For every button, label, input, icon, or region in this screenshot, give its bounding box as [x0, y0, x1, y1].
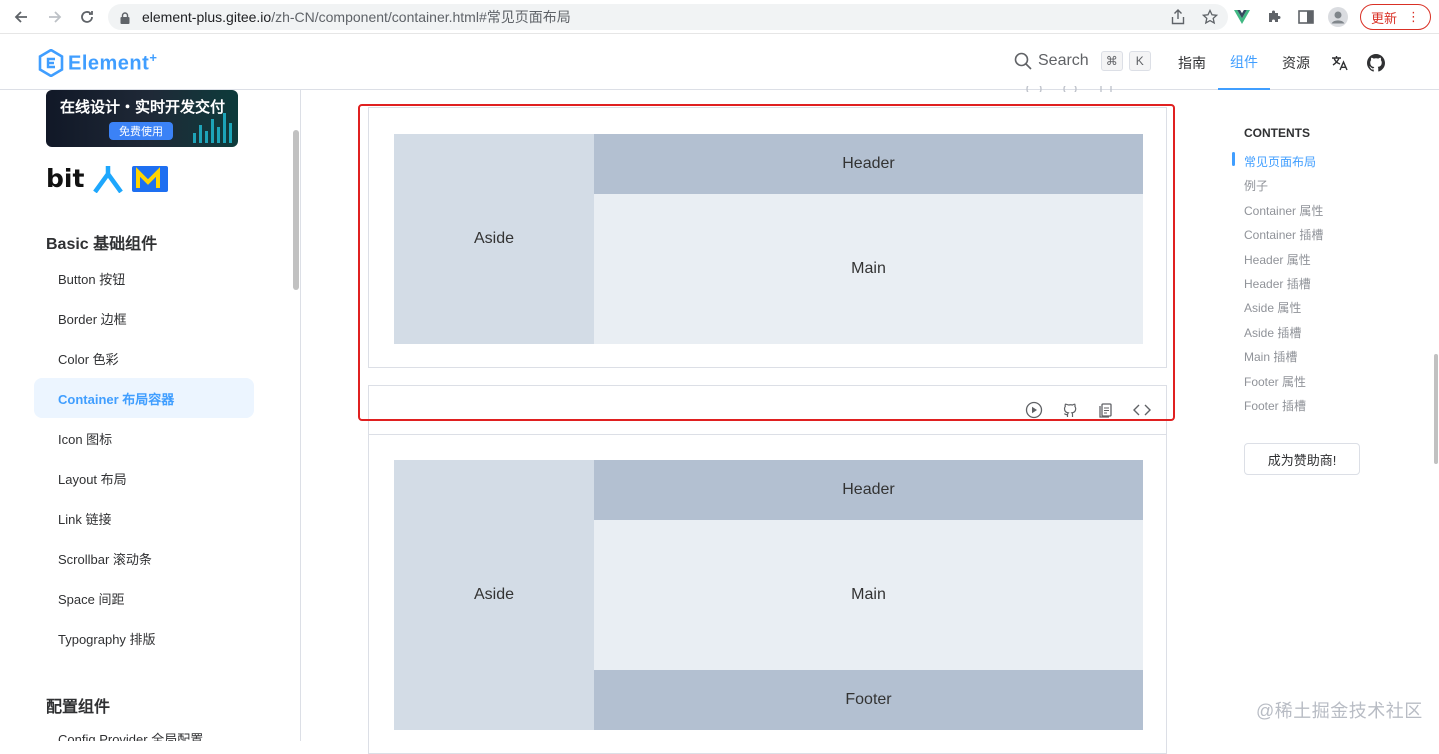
sidebar-section-config: 配置组件 [46, 699, 111, 716]
ad-free-button[interactable]: 免费使用 [109, 122, 173, 140]
bit-logo-text: bit [46, 164, 85, 193]
browser-toolbar: element-plus.gitee.io/zh-CN/component/co… [0, 0, 1439, 34]
share-icon[interactable] [1162, 0, 1194, 34]
extensions-puzzle-icon[interactable] [1258, 0, 1290, 34]
update-button[interactable]: 更新 ⋮ [1359, 4, 1431, 30]
url-path: /zh-CN/component/container.html#常见页面布局 [271, 9, 571, 25]
sidebar-item-config-provider[interactable]: Config Provider 全局配置 [34, 718, 254, 742]
sidebar-item-layout[interactable]: Layout 布局 [34, 458, 254, 498]
demo2-layout: Aside Header Main Footer [394, 460, 1143, 730]
github-icon [1060, 86, 1080, 92]
more-vert-icon: ⋮ [1407, 9, 1420, 24]
sidebar-item-container[interactable]: Container 布局容器 [34, 378, 254, 418]
demo2-footer: Footer [594, 670, 1143, 730]
toc-item-footer-slots[interactable]: Footer 插槽 [1244, 397, 1306, 414]
sidebar-section-basic: Basic 基础组件 [46, 236, 158, 253]
ad-chart-decoration [193, 113, 232, 143]
back-icon[interactable] [8, 4, 34, 30]
toc-item-main-slots[interactable]: Main 插槽 [1244, 348, 1297, 365]
ad-title: 在线设计・实时开发交付 [60, 99, 226, 116]
demo2-header: Header [594, 460, 1143, 520]
nav-resources[interactable]: 资源 [1270, 35, 1322, 90]
sidebar-item-button[interactable]: Button 按钮 [34, 258, 254, 298]
toc-item-container-attrs[interactable]: Container 属性 [1244, 202, 1323, 219]
toc-active-marker [1232, 152, 1235, 166]
sidebar-item-color[interactable]: Color 色彩 [34, 338, 254, 378]
play-icon [1024, 86, 1044, 92]
sidebar-scrollbar[interactable] [293, 130, 299, 290]
m-logo-icon [132, 165, 169, 192]
become-sponsor-button[interactable]: 成为赞助商! [1244, 443, 1360, 475]
kbd-cmd: ⌘ [1100, 51, 1123, 71]
lock-icon [120, 11, 130, 24]
forward-icon[interactable] [42, 4, 68, 30]
profile-avatar-icon[interactable] [1322, 0, 1354, 34]
element-logo-icon [38, 49, 64, 77]
search-icon [1014, 52, 1032, 70]
sidebar: 在线设计・实时开发交付 免费使用 bit Basic 基础组件 Button 按… [0, 90, 301, 741]
toc-item-header-attrs[interactable]: Header 属性 [1244, 251, 1311, 268]
sidebar-item-space[interactable]: Space 间距 [34, 578, 254, 618]
demo2-aside: Aside [394, 460, 594, 730]
ad-banner[interactable]: 在线设计・实时开发交付 免费使用 [46, 90, 238, 147]
copy-icon [1096, 86, 1116, 92]
url-host: element-plus.gitee.io [142, 9, 272, 25]
toc-title: CONTENTS [1244, 126, 1310, 140]
translate-icon[interactable] [1322, 35, 1358, 90]
sidebar-item-link[interactable]: Link 链接 [34, 498, 254, 538]
address-bar[interactable]: element-plus.gitee.io/zh-CN/component/co… [108, 4, 1228, 30]
search-button[interactable]: Search ⌘ K [1014, 51, 1151, 71]
sidebar-item-icon[interactable]: Icon 图标 [34, 418, 254, 458]
toc-item-container-slots[interactable]: Container 插槽 [1244, 226, 1323, 243]
nav-components[interactable]: 组件 [1218, 35, 1270, 90]
toc-item-aside-slots[interactable]: Aside 插槽 [1244, 324, 1301, 341]
toc-item-footer-attrs[interactable]: Footer 属性 [1244, 373, 1306, 390]
side-panel-icon[interactable] [1290, 0, 1322, 34]
search-label: Search [1038, 52, 1089, 69]
red-highlight-annotation [358, 104, 1175, 421]
previous-demo-op-icons [1024, 86, 1116, 92]
nav-guide[interactable]: 指南 [1166, 35, 1218, 90]
toc-item-aside-attrs[interactable]: Aside 属性 [1244, 299, 1301, 316]
site-header: Element+ Search ⌘ K 指南 组件 资源 [0, 35, 1439, 90]
vue-devtools-icon[interactable] [1226, 0, 1258, 34]
bookmark-star-icon[interactable] [1194, 0, 1226, 34]
page-scrollbar[interactable] [1434, 354, 1438, 464]
bit-sponsor-logo[interactable]: bit [46, 164, 169, 193]
element-plus-logo[interactable]: Element+ [38, 49, 157, 77]
update-label: 更新 [1370, 10, 1397, 26]
logo-text: Element+ [68, 50, 158, 75]
watermark: @稀土掘金技术社区 [1256, 701, 1423, 721]
top-nav: 指南 组件 资源 [1166, 35, 1394, 90]
kbd-k: K [1128, 51, 1151, 71]
toc-item-common-layout[interactable]: 常见页面布局 [1244, 153, 1316, 170]
sidebar-item-scrollbar[interactable]: Scrollbar 滚动条 [34, 538, 254, 578]
toc-item-header-slots[interactable]: Header 插槽 [1244, 275, 1311, 292]
toc-item-example[interactable]: 例子 [1244, 177, 1268, 194]
github-icon[interactable] [1358, 35, 1394, 90]
sidebar-item-typography[interactable]: Typography 排版 [34, 618, 254, 658]
sidebar-item-border[interactable]: Border 边框 [34, 298, 254, 338]
reload-icon[interactable] [74, 4, 100, 30]
person-logo-icon [93, 165, 124, 193]
demo2-main: Main [594, 520, 1143, 670]
